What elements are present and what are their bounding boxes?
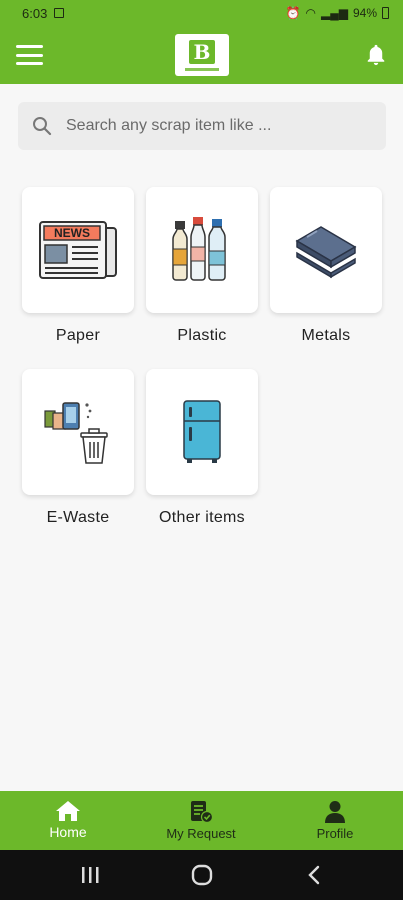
nav-label-profile: Profile [316,826,354,841]
system-navigation-bar [0,850,403,900]
category-tile-ewaste[interactable] [22,369,134,495]
home-icon [56,801,80,821]
nav-item-my-request[interactable]: My Request [160,791,242,850]
category-label-other-items: Other items [159,509,245,526]
battery-icon [382,7,389,19]
category-label-metals: Metals [301,327,351,344]
category-label-plastic: Plastic [177,327,227,344]
nav-item-profile[interactable]: Profile [305,791,365,850]
gallery-notification-icon [54,8,65,18]
category-tile-metals[interactable] [270,187,382,313]
search-bar[interactable] [18,102,386,150]
app-bar: B [0,26,403,84]
logo-tagline [185,67,219,71]
hamburger-menu-icon[interactable] [16,45,43,65]
category-label-paper: Paper [55,327,101,344]
nav-label-my-request: My Request [166,826,236,841]
nav-label-home: Home [49,824,87,840]
home-button-icon[interactable] [189,862,215,888]
metal-beams-icon [295,226,357,279]
nav-item-home[interactable]: Home [38,791,98,850]
search-input[interactable] [66,117,366,135]
bottom-navigation: Home My Request Profile [0,791,403,850]
signal-icon: ▂▄▆ [321,6,348,20]
newspaper-icon: NEWS [39,221,117,279]
svg-text:NEWS: NEWS [54,226,90,240]
logo-mark: B [189,39,215,64]
profile-icon [325,801,345,823]
status-bar: 6:03 ⏰ ◠ ▂▄▆ 94% [0,0,403,26]
search-icon [33,117,52,136]
category-tile-plastic[interactable] [146,187,258,313]
refrigerator-icon [183,400,221,463]
battery-percent: 94% [352,6,377,20]
ewaste-phone-bin-icon [44,402,108,464]
recent-apps-icon[interactable] [78,862,102,888]
category-tile-other-items[interactable] [146,369,258,495]
status-indicators: ⏰ ◠ ▂▄▆ 94% [286,6,389,20]
alarm-icon: ⏰ [285,6,301,20]
back-icon[interactable] [304,862,324,888]
request-list-icon [191,801,214,824]
app-logo: B [175,34,229,76]
category-tile-paper[interactable]: NEWS [22,187,134,313]
plastic-bottles-icon [172,217,226,281]
wifi-icon: ◠ [305,6,316,20]
category-label-ewaste: E-Waste [46,509,110,526]
status-time: 6:03 [22,5,48,21]
bell-icon[interactable] [365,43,387,67]
